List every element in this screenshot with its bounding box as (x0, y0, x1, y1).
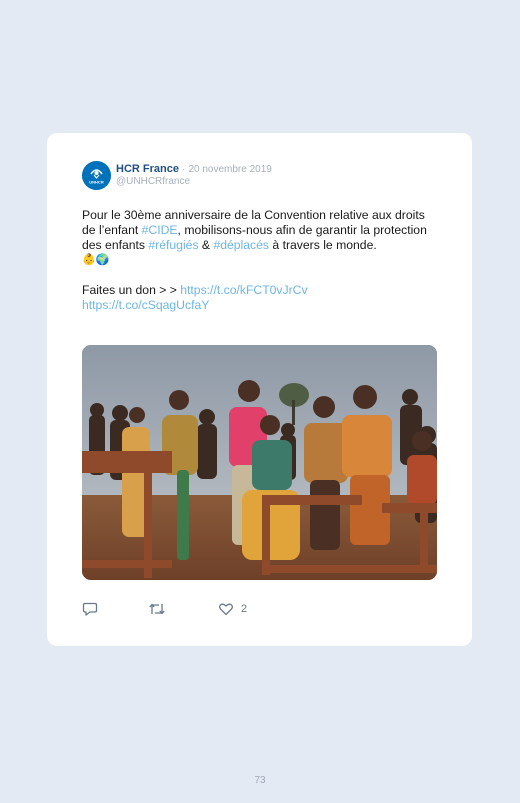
unhcr-logo-icon: UNHCR (82, 161, 111, 190)
tweet-photo[interactable] (82, 345, 437, 580)
text-segment: Faites un don > > (82, 283, 181, 297)
page-number: 73 (254, 775, 266, 786)
tweet-date[interactable]: 20 novembre 2019 (188, 164, 271, 175)
author-line: HCR France · 20 novembre 2019 (116, 163, 272, 176)
author-handle[interactable]: @UNHCRfrance (116, 176, 190, 188)
hashtag-refugies[interactable]: #réfugiés (148, 238, 198, 252)
emoji-line: 👶🌍 (82, 254, 110, 266)
retweet-icon (149, 603, 165, 615)
donate-link-2[interactable]: https://t.co/cSqagUcfaY (82, 298, 209, 312)
tweet-text: Pour le 30ème anniversaire de la Convent… (82, 208, 440, 313)
retweet-button[interactable] (148, 601, 166, 617)
tweet-paragraph-1: Pour le 30ème anniversaire de la Convent… (82, 208, 440, 253)
reply-icon (82, 602, 98, 616)
heart-icon (219, 603, 233, 616)
tweet-card: UNHCR HCR France · 20 novembre 2019 @UNH… (47, 133, 472, 646)
avatar[interactable]: UNHCR (82, 161, 111, 190)
tweet-paragraph-2: Faites un don > > https://t.co/kFCT0vJrC… (82, 283, 440, 313)
author-name[interactable]: HCR France (116, 163, 179, 175)
reply-button[interactable] (82, 601, 98, 617)
separator: · (182, 164, 186, 175)
text-segment: à travers le monde. (269, 238, 377, 252)
text-segment: & (198, 238, 214, 252)
donate-link-1[interactable]: https://t.co/kFCT0vJrCv (180, 283, 307, 297)
like-count: 2 (241, 603, 248, 615)
avatar-text: UNHCR (89, 180, 104, 185)
like-button[interactable]: 2 (218, 601, 247, 617)
photo-children-refugees (82, 345, 437, 580)
tweet-actions: 2 (82, 601, 282, 621)
hashtag-deplaces[interactable]: #déplacés (213, 238, 269, 252)
hashtag-cide[interactable]: #CIDE (142, 223, 178, 237)
